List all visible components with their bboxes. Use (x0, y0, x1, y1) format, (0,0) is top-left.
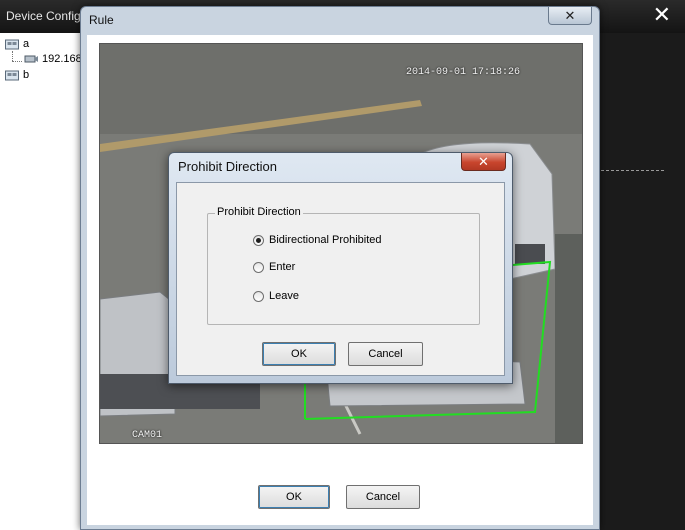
radio-label: Enter (269, 261, 296, 273)
rule-dialog-title: Rule (89, 13, 114, 27)
tree-node-label: 192.168 (42, 53, 82, 65)
prohibit-dialog-body: Prohibit Direction Bidirectional Prohibi… (176, 182, 505, 376)
app-title: Device Config (6, 9, 81, 23)
tree-node-b[interactable]: b (5, 69, 29, 81)
tree-connector (12, 61, 22, 62)
device-tree: a 192.168 b (0, 33, 90, 530)
prohibit-direction-dialog: Prohibit Direction ✕ Prohibit Direction … (168, 152, 513, 384)
group-label: Prohibit Direction (215, 206, 303, 218)
rule-ok-button[interactable]: OK (258, 485, 330, 509)
radio-leave[interactable]: Leave (253, 290, 299, 302)
divider-line (601, 170, 664, 171)
radio-button[interactable] (253, 234, 264, 246)
radio-button[interactable] (253, 261, 264, 273)
rule-close-button[interactable]: ✕ (548, 7, 592, 25)
tree-node-label: a (23, 38, 30, 50)
tree-connector (12, 51, 13, 61)
prohibit-cancel-button[interactable]: Cancel (348, 342, 423, 366)
camera-device-icon (24, 55, 38, 63)
radio-enter[interactable]: Enter (253, 261, 295, 273)
tree-node-a[interactable]: a (5, 38, 29, 50)
radio-button[interactable] (253, 290, 264, 302)
prohibit-direction-group: Prohibit Direction Bidirectional Prohibi… (207, 206, 480, 325)
prohibit-dialog-title: Prohibit Direction (178, 159, 277, 174)
tree-node-device[interactable]: 192.168 (24, 53, 82, 65)
app-close-icon[interactable]: ✕ (653, 4, 671, 26)
video-channel-label: CAM01 (132, 430, 163, 441)
prohibit-close-button[interactable]: ✕ (461, 153, 506, 171)
rule-cancel-button[interactable]: Cancel (346, 485, 420, 509)
group-folder-icon (5, 39, 19, 50)
tree-node-label: b (23, 69, 30, 81)
group-folder-icon (5, 70, 19, 81)
prohibit-ok-button[interactable]: OK (262, 342, 336, 366)
radio-label: Leave (269, 290, 299, 302)
radio-bidirectional[interactable]: Bidirectional Prohibited (253, 234, 382, 246)
video-timestamp: 2014-09-01 17:18:26 (406, 67, 521, 78)
radio-label: Bidirectional Prohibited (269, 234, 382, 246)
